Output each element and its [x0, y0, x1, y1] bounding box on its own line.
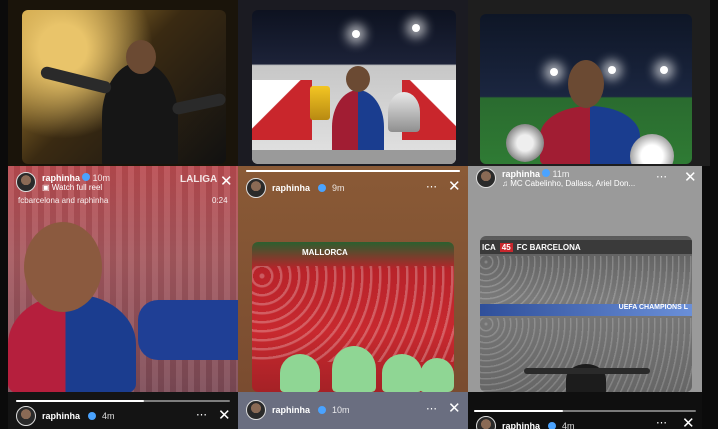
player-arm	[138, 300, 238, 360]
laliga-watermark: LALIGA	[180, 174, 218, 185]
story-tile-bottom-right[interactable]: raphinha 4m ⋯ ✕	[468, 392, 702, 429]
player-figure	[280, 354, 320, 392]
story-tile-celebration[interactable]	[8, 0, 238, 166]
stadium-crowd-photo: MALLORCA	[252, 242, 454, 392]
stadium-light	[608, 66, 616, 74]
more-options-icon[interactable]: ⋯	[426, 180, 438, 193]
verified-badge-icon	[548, 422, 557, 429]
close-icon[interactable]: ✕	[448, 401, 461, 416]
banner-text-left: ICA	[482, 242, 496, 252]
username[interactable]: raphinha	[42, 411, 80, 421]
close-icon[interactable]: ✕	[218, 408, 231, 423]
close-icon[interactable]: ✕	[220, 174, 233, 189]
player-head	[126, 40, 156, 74]
reel-icon: ▣	[42, 182, 50, 192]
page-edge	[702, 166, 718, 429]
player-head	[568, 60, 604, 108]
close-icon[interactable]: ✕	[684, 170, 697, 185]
player-arm-left	[39, 65, 113, 95]
avatar[interactable]	[246, 178, 266, 198]
avatar[interactable]	[476, 168, 496, 188]
trophies-photo	[252, 10, 456, 164]
silver-trophy	[388, 92, 420, 132]
banner-text-right: FC BARCELONA	[516, 242, 581, 252]
ad-board-text: UEFA CHAMPIONS L	[618, 304, 688, 311]
player-arms	[524, 368, 650, 374]
story-progress-bar	[16, 400, 230, 402]
verified-badge-icon	[318, 184, 327, 192]
avatar[interactable]	[16, 172, 36, 192]
stadium-sign: MALLORCA	[302, 248, 348, 257]
player-figure	[102, 62, 178, 164]
close-icon[interactable]: ✕	[448, 179, 461, 194]
more-options-icon[interactable]: ⋯	[196, 408, 208, 421]
username[interactable]: raphinha	[42, 173, 80, 183]
soccer-ball-icon	[506, 124, 544, 162]
ucl-ad-board: UEFA CHAMPIONS L	[480, 304, 692, 316]
username[interactable]: raphinha	[272, 183, 310, 193]
verified-badge-icon	[82, 172, 91, 181]
stadium-light	[550, 68, 558, 76]
verified-badge-icon	[542, 168, 551, 177]
player-figure	[540, 106, 640, 164]
player-figure	[420, 358, 454, 392]
story-header: raphinha 10m	[246, 400, 350, 420]
post-time: 10m	[92, 172, 111, 183]
post-time: 10m	[332, 405, 350, 415]
story-tile-bottom-left[interactable]: raphinha 4m ⋯ ✕	[8, 392, 238, 429]
stadium-night-photo	[480, 14, 692, 164]
story-tile-stadium-night[interactable]	[468, 0, 710, 166]
verified-badge-icon	[318, 406, 327, 414]
stadium-light	[412, 24, 420, 32]
avatar[interactable]	[246, 400, 266, 420]
music-icon: ♫	[502, 178, 508, 188]
red-banner-left	[252, 80, 312, 140]
story-header: raphinha 10m ▣ Watch full reel	[16, 172, 110, 192]
username[interactable]: raphinha	[502, 169, 540, 179]
barcelona-banner: ICA 45 FC BARCELONA	[480, 240, 692, 254]
story-tile-champions[interactable]: raphinha 11m ♫ MC Cabelinho, Dallass, Ar…	[468, 166, 702, 392]
caption-text: fcbarcelona and raphinha	[18, 196, 109, 205]
champions-photo: ICA 45 FC BARCELONA UEFA CHAMPIONS L	[480, 236, 692, 392]
close-icon[interactable]: ✕	[682, 416, 695, 429]
avatar[interactable]	[16, 406, 36, 426]
post-time: 4m	[102, 411, 115, 421]
story-tile-bottom-middle[interactable]: raphinha 10m ⋯ ✕	[238, 392, 468, 429]
player-head	[346, 66, 370, 92]
watch-full-reel-link[interactable]: Watch full reel	[52, 183, 102, 192]
verified-badge-icon	[88, 412, 97, 420]
more-options-icon[interactable]: ⋯	[656, 416, 668, 429]
story-header: raphinha 9m	[246, 178, 345, 198]
username[interactable]: raphinha	[502, 421, 540, 429]
post-time: 4m	[562, 421, 575, 429]
story-progress-bar	[246, 170, 460, 172]
stadium-light	[660, 66, 668, 74]
stadium-light	[352, 30, 360, 38]
banner-number: 45	[499, 242, 513, 252]
player-arm-right	[171, 92, 226, 116]
story-header: raphinha 11m ♫ MC Cabelinho, Dallass, Ar…	[476, 168, 635, 188]
story-header: raphinha 4m	[476, 416, 575, 429]
story-progress-bar	[474, 410, 696, 412]
post-time: 9m	[332, 183, 345, 193]
player-figure	[382, 354, 422, 392]
trophy-table	[252, 150, 456, 164]
post-time: 11m	[552, 168, 570, 179]
player-head	[24, 222, 102, 312]
player-figure	[332, 346, 376, 392]
music-track[interactable]: MC Cabelinho, Dallass, Ariel Don...	[510, 179, 635, 188]
crowd-texture	[480, 256, 692, 304]
username[interactable]: raphinha	[272, 405, 310, 415]
more-options-icon[interactable]: ⋯	[426, 402, 438, 415]
gold-trophy	[310, 86, 330, 120]
celebration-photo	[22, 10, 226, 164]
avatar[interactable]	[476, 416, 496, 429]
soccer-ball-icon	[630, 134, 674, 164]
story-tile-mallorca[interactable]: raphinha 9m ⋯ ✕ MALLORCA	[238, 166, 468, 392]
more-options-icon[interactable]: ⋯	[656, 170, 668, 183]
story-tile-reel[interactable]: raphinha 10m ▣ Watch full reel LALIGA ✕ …	[8, 166, 238, 392]
story-tile-trophies[interactable]	[238, 0, 468, 166]
story-header: raphinha 4m	[16, 406, 115, 426]
video-duration: 0:24	[212, 196, 228, 205]
